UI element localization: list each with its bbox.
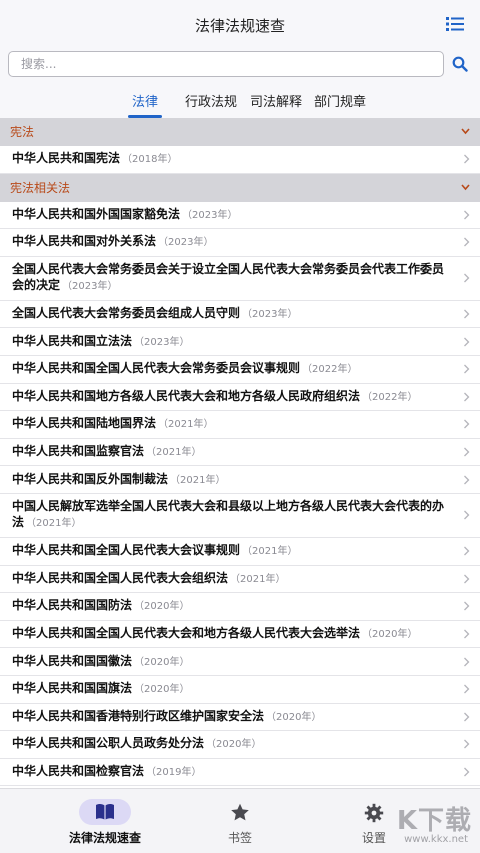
tab-label: 法律 bbox=[132, 95, 159, 110]
watermark-url: www.kkx.net bbox=[404, 834, 468, 845]
chevron-right-icon bbox=[464, 309, 470, 319]
chevron-down-icon bbox=[461, 128, 470, 135]
category-tabs: 法律 行政法规 司法解释 部门规章 bbox=[0, 82, 480, 118]
tab-department-rules[interactable]: 部门规章 bbox=[314, 91, 366, 118]
chevron-right-icon bbox=[464, 154, 470, 164]
nav-icon-wrap bbox=[214, 799, 266, 825]
list-item[interactable]: 中华人民共和国地方各级人民代表大会和地方各级人民政府组织法 （2022年） bbox=[0, 383, 480, 412]
book-icon bbox=[96, 804, 114, 820]
law-list[interactable]: 宪法 中华人民共和国宪法 （2018年） 宪法相关法 中华人民共和国外国国家豁免法… bbox=[0, 118, 480, 788]
section-header-constitution[interactable]: 宪法 bbox=[0, 118, 480, 146]
list-item[interactable]: 中华人民共和国国防法 （2020年） bbox=[0, 593, 480, 621]
chevron-right-icon bbox=[464, 574, 470, 584]
chevron-right-icon bbox=[464, 364, 470, 374]
tab-label: 行政法规 bbox=[185, 95, 238, 110]
chevron-right-icon bbox=[464, 767, 470, 777]
chevron-right-icon bbox=[464, 447, 470, 457]
list-item[interactable]: 中华人民共和国立法法 （2023年） bbox=[0, 328, 480, 356]
star-icon bbox=[231, 803, 249, 821]
app-header: 法律法规速查 bbox=[0, 0, 480, 48]
list-item[interactable]: 全国人民代表大会常务委员会关于设立全国人民代表大会常务委员会代表工作委员会的决定… bbox=[0, 256, 480, 301]
chevron-right-icon bbox=[464, 475, 470, 485]
nav-law-lookup[interactable]: 法律法规速查 bbox=[45, 799, 165, 846]
page-title: 法律法规速查 bbox=[194, 17, 285, 35]
list-item[interactable]: 中华人民共和国香港特别行政区维护国家安全法 （2020年） bbox=[0, 703, 480, 732]
list-item[interactable]: 中华人民共和国全国人民代表大会议事规则 （2021年） bbox=[0, 537, 480, 566]
chevron-right-icon bbox=[464, 546, 470, 556]
list-item[interactable]: 全国人民代表大会常务委员会组成人员守则 （2023年） bbox=[0, 300, 480, 329]
tab-label: 司法解释 bbox=[250, 95, 303, 110]
list-item[interactable]: 中华人民共和国检察官法 （2019年） bbox=[0, 758, 480, 787]
chevron-right-icon bbox=[464, 337, 470, 347]
chevron-right-icon bbox=[464, 392, 470, 402]
chevron-right-icon bbox=[464, 712, 470, 722]
section-header-constitution-related[interactable]: 宪法相关法 bbox=[0, 173, 480, 202]
list-item[interactable]: 中华人民共和国全国人民代表大会组织法 （2021年） bbox=[0, 565, 480, 594]
nav-label: 书签 bbox=[227, 831, 252, 845]
nav-bookmarks[interactable]: 书签 bbox=[180, 799, 300, 846]
section-title: 宪法 bbox=[10, 125, 35, 139]
chevron-right-icon bbox=[464, 273, 470, 283]
watermark-logo: K下载 bbox=[396, 806, 472, 836]
list-item[interactable]: 中华人民共和国全国人民代表大会常务委员会议事规则 （2022年） bbox=[0, 355, 480, 384]
tab-administrative-regulations[interactable]: 行政法规 bbox=[185, 91, 237, 118]
section-title: 宪法相关法 bbox=[10, 180, 71, 195]
chevron-right-icon bbox=[464, 629, 470, 639]
chevron-right-icon bbox=[464, 238, 470, 247]
list-icon[interactable] bbox=[446, 16, 464, 32]
list-item[interactable]: 中华人民共和国监察官法 （2021年） bbox=[0, 438, 480, 467]
list-item[interactable]: 中华人民共和国宪法 （2018年） bbox=[0, 146, 480, 174]
list-item[interactable]: 中华人民共和国国徽法 （2020年） bbox=[0, 648, 480, 676]
search-input[interactable] bbox=[8, 51, 444, 77]
chevron-right-icon bbox=[464, 739, 470, 749]
list-item[interactable]: 中华人民共和国陆地国界法 （2021年） bbox=[0, 411, 480, 439]
tab-label: 部门规章 bbox=[314, 95, 367, 110]
watermark: K下载 www.kkx.net bbox=[362, 800, 472, 850]
chevron-right-icon bbox=[464, 510, 470, 520]
chevron-right-icon bbox=[464, 601, 470, 611]
active-nav-pill bbox=[79, 799, 131, 825]
list-item[interactable]: 中华人民共和国全国人民代表大会和地方各级人民代表大会选举法 （2020年） bbox=[0, 620, 480, 649]
tab-judicial-interpretations[interactable]: 司法解释 bbox=[250, 91, 302, 118]
list-item[interactable]: 中华人民共和国公职人员政务处分法 （2020年） bbox=[0, 731, 480, 759]
chevron-right-icon bbox=[464, 419, 470, 429]
chevron-right-icon bbox=[464, 684, 470, 694]
chevron-right-icon bbox=[464, 657, 470, 667]
search-bar bbox=[0, 48, 480, 82]
list-item[interactable]: 中华人民共和国对外关系法 （2023年） bbox=[0, 229, 480, 257]
list-item[interactable]: 中国人民解放军选举全国人民代表大会和县级以上地方各级人民代表大会代表的办法 （20… bbox=[0, 493, 480, 538]
chevron-right-icon bbox=[464, 210, 470, 220]
chevron-down-icon bbox=[461, 184, 470, 190]
list-item[interactable]: 中华人民共和国国旗法 （2020年） bbox=[0, 675, 480, 704]
tab-law[interactable]: 法律 bbox=[128, 91, 163, 118]
nav-label: 法律法规速查 bbox=[68, 831, 141, 845]
search-icon[interactable] bbox=[452, 56, 468, 72]
list-item[interactable]: 中华人民共和国外国国家豁免法 （2023年） bbox=[0, 201, 480, 230]
list-item[interactable]: 中华人民共和国反外国制裁法 （2021年） bbox=[0, 466, 480, 494]
